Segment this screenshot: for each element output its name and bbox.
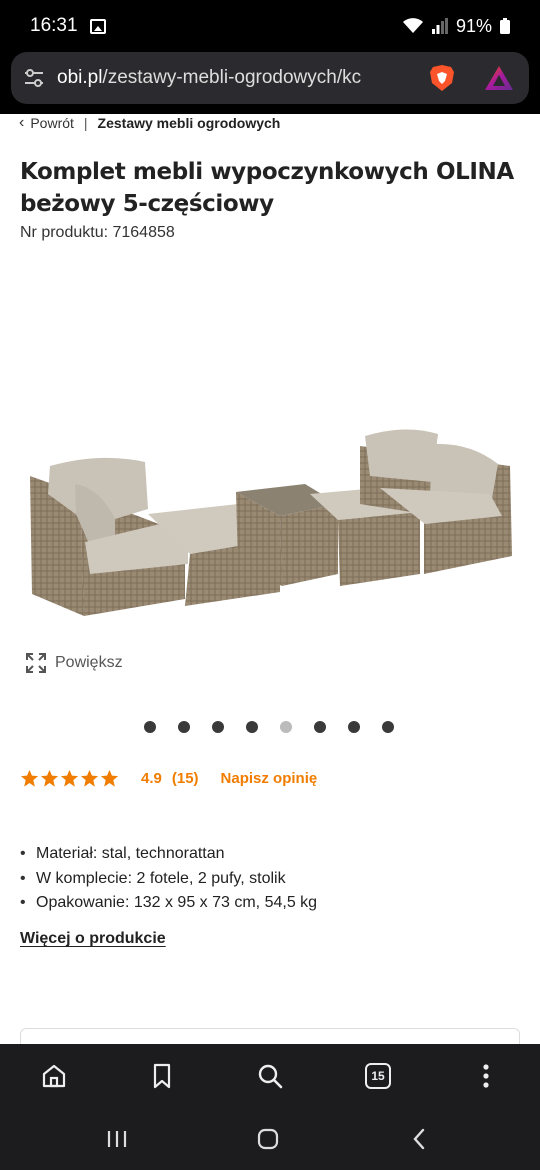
zoom-button[interactable]: Powiększ [25, 652, 123, 674]
bullet: • [20, 869, 26, 887]
star-icon [40, 769, 59, 787]
back-nav-icon[interactable] [407, 1126, 433, 1152]
brave-shields-icon[interactable] [427, 63, 457, 93]
feature-text: Opakowanie: 132 x 95 x 73 cm, 54,5 kg [36, 894, 318, 912]
gallery-dot[interactable] [348, 721, 360, 733]
address-bar[interactable]: obi.pl/zestawy-mebli-ogrodowych/kc [11, 52, 529, 104]
brave-rewards-icon[interactable] [483, 64, 515, 92]
gallery-dot-active[interactable] [280, 721, 292, 733]
status-time: 16:31 [30, 15, 78, 36]
home-nav-icon[interactable] [255, 1126, 281, 1152]
breadcrumb-category[interactable]: Zestawy mebli ogrodowych [98, 115, 281, 131]
chevron-left-icon[interactable]: ‹ [19, 114, 24, 132]
gallery-dot[interactable] [178, 721, 190, 733]
feature-item: • W komplecie: 2 fotele, 2 pufy, stolik [20, 867, 317, 892]
feature-item: • Materiał: stal, technorattan [20, 842, 317, 867]
feature-text: W komplecie: 2 fotele, 2 pufy, stolik [36, 869, 286, 887]
bullet: • [20, 894, 26, 912]
rating-count[interactable]: (15) [172, 770, 199, 787]
browser-url-area: obi.pl/zestawy-mebli-ogrodowych/kc [0, 52, 540, 114]
more-about-product-link[interactable]: Więcej o produkcie [20, 930, 166, 948]
status-bar: 16:31 91% [0, 0, 540, 52]
gallery-dot[interactable] [382, 721, 394, 733]
signal-icon [431, 18, 448, 34]
tab-count: 15 [365, 1063, 391, 1089]
url-path: /zestawy-mebli-ogrodowych/kc [102, 67, 362, 88]
url-host: obi.pl [57, 67, 103, 88]
search-icon [258, 1064, 283, 1089]
menu-button[interactable] [471, 1061, 501, 1091]
breadcrumb-separator: | [83, 115, 88, 131]
site-settings-icon[interactable] [23, 67, 45, 89]
more-vert-icon [483, 1064, 489, 1088]
search-button[interactable] [255, 1061, 285, 1091]
feature-item: • Opakowanie: 132 x 95 x 73 cm, 54,5 kg [20, 891, 317, 916]
breadcrumb: ‹ Powrót | Zestawy mebli ogrodowych [19, 114, 280, 132]
home-button[interactable] [39, 1061, 69, 1091]
product-number: Nr produktu: 7164858 [20, 224, 175, 241]
product-title: Komplet mebli wypoczynkowych OLINA beżow… [20, 159, 514, 217]
browser-toolbar: 15 [0, 1044, 540, 1108]
wifi-icon [402, 18, 423, 33]
rating-row: 4.9 (15) Napisz opinię [20, 769, 317, 788]
image-notification-icon [89, 18, 106, 34]
gallery-pagination [144, 721, 394, 733]
status-right: 91% [402, 16, 510, 37]
tabs-button[interactable]: 15 [363, 1061, 393, 1091]
write-review-link[interactable]: Napisz opinię [221, 770, 318, 787]
gallery-dot[interactable] [144, 721, 156, 733]
zoom-label: Powiększ [55, 654, 123, 671]
star-icon [20, 769, 39, 787]
star-rating[interactable] [20, 769, 119, 788]
home-icon [42, 1064, 66, 1088]
feature-list: • Materiał: stal, technorattan • W komplec… [20, 842, 317, 916]
bookmark-icon [153, 1063, 171, 1089]
star-icon [60, 769, 79, 787]
battery-icon [500, 18, 510, 34]
rating-score[interactable]: 4.9 [141, 770, 162, 787]
page-content: ‹ Powrót | Zestawy mebli ogrodowych Komp… [0, 114, 540, 1044]
bullet: • [20, 845, 26, 863]
star-icon [100, 769, 119, 787]
battery-percent: 91% [455, 15, 492, 36]
product-image[interactable] [20, 424, 520, 624]
feature-text: Materiał: stal, technorattan [36, 845, 225, 863]
back-link[interactable]: Powrót [30, 115, 74, 131]
gallery-dot[interactable] [246, 721, 258, 733]
url-text[interactable]: obi.pl/zestawy-mebli-ogrodowych/kc [57, 67, 417, 89]
recent-apps-icon[interactable] [104, 1126, 130, 1152]
expand-icon [26, 653, 46, 673]
bookmarks-button[interactable] [147, 1061, 177, 1091]
gallery-dot[interactable] [212, 721, 224, 733]
next-section-card [20, 1028, 520, 1044]
star-icon [80, 769, 99, 787]
system-nav-bar [0, 1108, 540, 1170]
gallery-dot[interactable] [314, 721, 326, 733]
